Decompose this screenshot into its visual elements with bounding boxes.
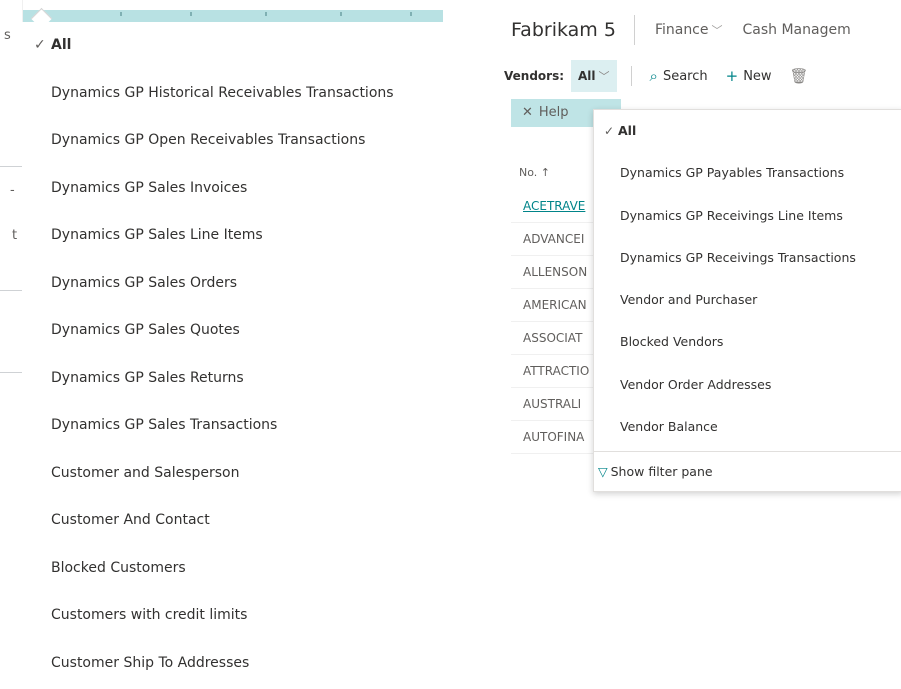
view-option[interactable]: Dynamics GP Sales Transactions (22, 402, 443, 450)
view-option[interactable]: Customers with credit limits (22, 592, 443, 640)
search-icon: ⌕ (649, 67, 658, 85)
view-option[interactable]: Blocked Vendors (594, 321, 901, 363)
app-bar: Fabrikam 5 Finance ﹀ Cash Managem (497, 0, 901, 60)
command-bar: Vendors: All ﹀ ⌕ Search + New 🗑 (497, 60, 901, 92)
column-header-no[interactable]: No. ↑ (519, 166, 550, 179)
nav-finance[interactable]: Finance ﹀ (655, 22, 723, 38)
view-option[interactable]: Dynamics GP Open Receivables Transaction… (22, 117, 443, 165)
view-option[interactable]: Dynamics GP Receivings Line Items (594, 195, 901, 237)
view-option[interactable]: Customer And Contact (22, 497, 443, 545)
view-option[interactable]: Dynamics GP Sales Orders (22, 260, 443, 308)
view-option[interactable]: Dynamics GP Sales Invoices (22, 165, 443, 213)
chevron-down-icon: ﹀ (711, 24, 723, 37)
new-button[interactable]: + New (726, 67, 772, 85)
customer-views-dropdown: ✓ All Dynamics GP Historical Receivables … (22, 22, 443, 689)
search-button[interactable]: ⌕ Search (650, 67, 708, 85)
trash-icon: 🗑 (789, 67, 809, 85)
view-option[interactable]: Dynamics GP Sales Line Items (22, 212, 443, 260)
help-label: Help (538, 105, 569, 120)
strip-tick (265, 12, 267, 16)
nav-cash-management[interactable]: Cash Managem (743, 22, 851, 38)
view-selector-value: All (578, 69, 596, 83)
strip-tick (340, 12, 342, 16)
view-option[interactable]: Dynamics GP Payables Transactions (594, 152, 901, 194)
plus-icon: + (725, 67, 739, 85)
background-glyph: s (4, 28, 11, 43)
view-selector-button[interactable]: All ﹀ (571, 60, 617, 92)
strip-tick (410, 12, 412, 16)
view-option[interactable]: Vendor Order Addresses (594, 364, 901, 406)
view-option-all[interactable]: ✓ All (594, 110, 901, 152)
view-option[interactable]: Vendor and Purchaser (594, 279, 901, 321)
left-header-strip (0, 7, 443, 30)
view-option[interactable]: Customer and Salesperson (22, 450, 443, 498)
view-option-label: All (51, 37, 72, 53)
right-screenshot-panel: Fabrikam 5 Finance ﹀ Cash Managem Vendors… (497, 0, 901, 500)
view-option[interactable]: Customer Ship To Addresses (22, 640, 443, 688)
nav-label: Finance (654, 22, 709, 38)
view-option-all[interactable]: ✓ All (22, 22, 443, 70)
company-name[interactable]: Fabrikam 5 (497, 15, 635, 45)
checkmark-icon: ✓ (34, 37, 46, 53)
checkmark-icon: ✓ (604, 124, 615, 138)
background-divider (0, 166, 22, 167)
vendor-views-dropdown: ✓ All Dynamics GP Payables Transactions D… (593, 109, 901, 492)
filter-icon: ▽ (598, 464, 608, 479)
background-divider (0, 372, 22, 373)
close-icon: ✕ (522, 105, 533, 120)
view-option[interactable]: Blocked Customers (22, 545, 443, 593)
view-option[interactable]: Dynamics GP Sales Quotes (22, 307, 443, 355)
chevron-down-icon: ﹀ (598, 70, 610, 83)
search-label: Search (662, 68, 708, 84)
show-filter-pane-button[interactable]: ▽ Show filter pane (594, 451, 901, 491)
new-label: New (743, 68, 772, 84)
vendors-label: Vendors: (504, 69, 565, 83)
delete-button[interactable]: 🗑 (790, 67, 814, 85)
view-option[interactable]: Dynamics GP Historical Receivables Trans… (22, 70, 443, 118)
divider (630, 66, 632, 86)
background-glyph: - (10, 183, 15, 198)
view-option-label: All (618, 123, 637, 138)
strip-tick (190, 12, 192, 16)
background-divider (0, 290, 22, 291)
left-background-page: s - t (0, 0, 23, 689)
view-option[interactable]: Dynamics GP Sales Returns (22, 355, 443, 403)
nav-label: Cash Managem (742, 22, 851, 38)
background-glyph: t (12, 228, 18, 243)
strip-tick (120, 12, 122, 16)
show-filter-pane-label: Show filter pane (610, 464, 713, 479)
view-option[interactable]: Dynamics GP Receivings Transactions (594, 237, 901, 279)
view-option[interactable]: Vendor Balance (594, 406, 901, 448)
left-screenshot-panel: s - t ✓ All Dynamics GP Historical Receiv… (0, 0, 443, 689)
